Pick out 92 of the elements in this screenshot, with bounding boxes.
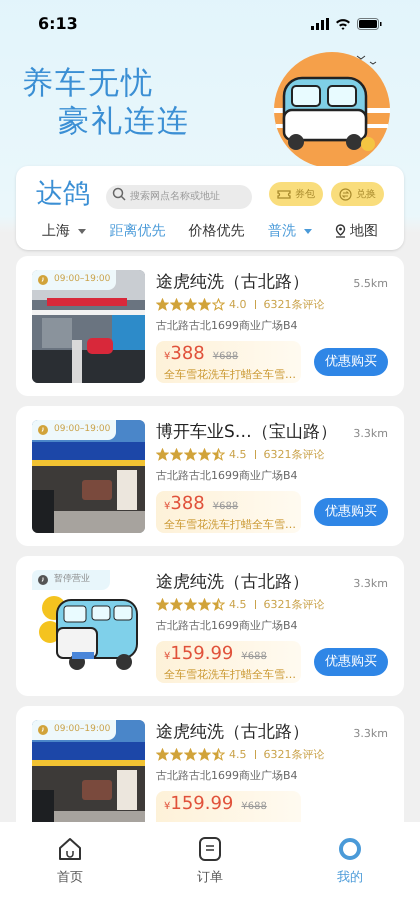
- store-address: 古北路古北1699商业广场B4: [156, 318, 299, 334]
- star-icon: [170, 748, 183, 762]
- buy-button[interactable]: 优惠购买: [314, 348, 388, 376]
- package-description: 全车雪花洗车打蜡全车雪…: [164, 366, 293, 382]
- sale-price: ¥159.99: [164, 644, 234, 666]
- exchange-icon: [339, 188, 352, 201]
- star-icon: [184, 748, 197, 762]
- caret-down-icon: [78, 228, 86, 234]
- opening-hours: 09:00–19:00: [54, 272, 110, 286]
- clock-icon: [38, 724, 48, 734]
- review-count: 6321条评论: [264, 296, 324, 312]
- clock-icon: [38, 424, 48, 434]
- star-icon: [198, 598, 211, 612]
- store-address: 古北路古北1699商业广场B4: [156, 468, 299, 484]
- star-icon: [212, 748, 225, 762]
- opening-hours: 09:00–19:00: [54, 422, 110, 436]
- star-icon: [184, 598, 197, 612]
- store-distance: 3.3km: [353, 576, 388, 592]
- currency-symbol: ¥: [164, 800, 170, 812]
- banner-headline: 养车无忧: [22, 64, 155, 102]
- battery-icon: [357, 18, 382, 30]
- opening-hours: 09:00–19:00: [54, 722, 110, 736]
- star-icon: [184, 298, 197, 312]
- store-distance: 5.5km: [353, 276, 388, 292]
- caret-down-icon: [304, 228, 312, 234]
- clock-icon: [38, 274, 48, 284]
- filter-dropdown[interactable]: 上海: [42, 220, 86, 242]
- banner-headline: 豪礼连连: [57, 102, 190, 140]
- original-price: ¥688: [241, 650, 267, 664]
- brand-name: 达鸽: [36, 177, 90, 211]
- status-time: 6:13: [38, 13, 78, 35]
- star-icon: [156, 448, 169, 462]
- buy-button[interactable]: 优惠购买: [314, 648, 388, 676]
- rating-score: 4.5: [229, 746, 246, 762]
- review-count: 6321条评论: [264, 446, 324, 462]
- star-icon: [198, 298, 211, 312]
- star-icon: [198, 748, 211, 762]
- status-text: 暂停营业: [54, 572, 90, 586]
- sort-tab[interactable]: 价格优先: [188, 220, 244, 242]
- sale-price: ¥388: [164, 494, 205, 516]
- house-icon: [57, 836, 83, 862]
- ring-icon: [337, 836, 363, 862]
- store-name: 博开车业S…（宝山路）: [156, 420, 337, 444]
- map-button[interactable]: 地图: [335, 220, 378, 242]
- ticket-icon: [277, 188, 291, 200]
- store-card[interactable]: 09:00–19:00 博开车业S…（宝山路） 3.3km 4.5 6321条评论 古北路古北1699商业广场B4 ¥388 ¥688 全车雪花洗车打蜡全车雪… 优惠购买: [16, 406, 404, 546]
- rating-score: 4.0: [229, 296, 246, 312]
- review-count: 6321条评论: [264, 746, 324, 762]
- store-card[interactable]: 09:00–19:00 途虎纯洗（古北路） 5.5km 4.0 6321条评论 古北路古北1699商业广场B4 ¥388 ¥688 全车雪花洗车打蜡全车雪… 优惠购买: [16, 256, 404, 396]
- star-icon: [212, 598, 225, 612]
- store-address: 古北路古北1699商业广场B4: [156, 618, 299, 634]
- star-icon: [198, 448, 211, 462]
- document-icon: [197, 836, 223, 862]
- store-distance: 3.3km: [353, 726, 388, 742]
- star-icon: [156, 298, 169, 312]
- star-icon: [170, 598, 183, 612]
- original-price: ¥688: [212, 500, 238, 514]
- currency-symbol: ¥: [164, 500, 170, 512]
- star-icon: [156, 748, 169, 762]
- star-icon: [156, 598, 169, 612]
- rating-score: 4.5: [229, 596, 246, 612]
- store-name: 途虎纯洗（古北路）: [156, 720, 309, 744]
- clock-icon: [38, 574, 48, 584]
- review-count: 6321条评论: [264, 596, 324, 612]
- search-field[interactable]: 搜索网点名称或地址: [106, 184, 252, 209]
- store-address: 古北路古北1699商业广场B4: [156, 768, 299, 784]
- wifi-icon: [335, 18, 351, 30]
- tab[interactable]: 订单: [170, 836, 250, 890]
- star-icon: [170, 448, 183, 462]
- location-pin-icon: [335, 224, 346, 238]
- tab[interactable]: 首页: [30, 836, 110, 890]
- star-icon: [212, 448, 225, 462]
- package-description: 全车雪花洗车打蜡全车雪…: [164, 516, 293, 532]
- rating-score: 4.5: [229, 446, 246, 462]
- store-name: 途虎纯洗（古北路）: [156, 570, 309, 594]
- store-card[interactable]: 09:00–19:00 途虎纯洗（古北路） 3.3km 4.5 6321条评论 古北路古北1699商业广场B4 ¥159.99 ¥688: [16, 706, 404, 822]
- star-icon: [212, 298, 225, 312]
- store-distance: 3.3km: [353, 426, 388, 442]
- buy-button[interactable]: 优惠购买: [314, 498, 388, 526]
- original-price: ¥688: [212, 350, 238, 364]
- store-name: 途虎纯洗（古北路）: [156, 270, 309, 294]
- search-icon: [112, 187, 126, 202]
- store-card[interactable]: 暂停营业 途虎纯洗（古北路） 3.3km 4.5 6321条评论 古北路古北1699商业广场B4 ¥159.99 ¥688 全车雪花洗车打蜡全车雪… 优惠购买: [16, 556, 404, 696]
- sale-price: ¥388: [164, 344, 205, 366]
- currency-symbol: ¥: [164, 350, 170, 362]
- package-description: 全车雪花洗车打蜡全车雪…: [164, 666, 293, 682]
- sale-price: ¥159.99: [164, 794, 234, 816]
- star-icon: [170, 298, 183, 312]
- original-price: ¥688: [241, 800, 267, 814]
- star-icon: [184, 448, 197, 462]
- signal-icon: [311, 18, 329, 30]
- currency-symbol: ¥: [164, 650, 170, 662]
